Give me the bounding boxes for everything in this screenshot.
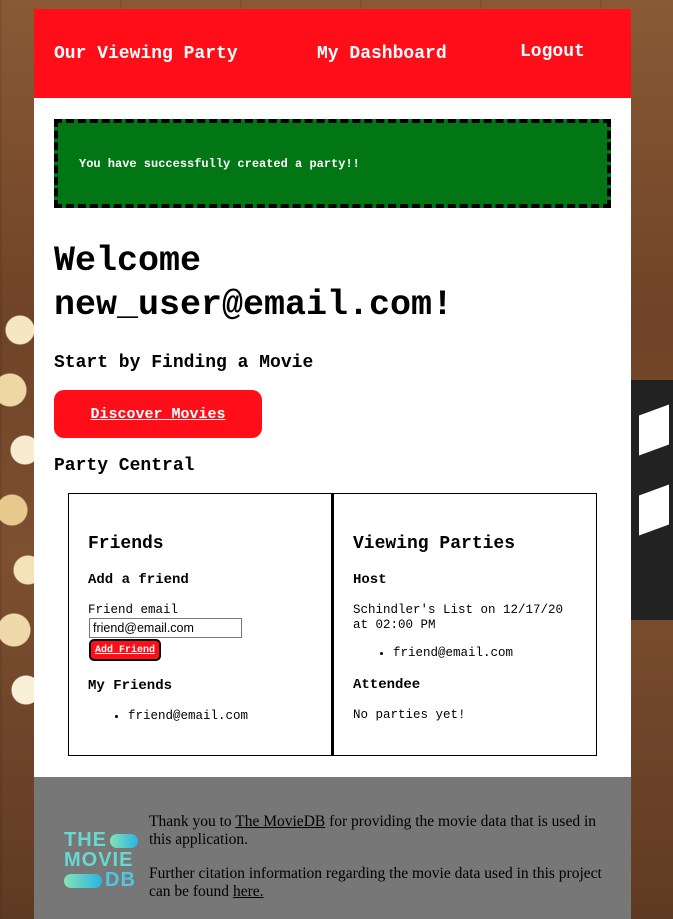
nav-home-link[interactable]: Our Viewing Party [54,44,238,64]
citation-link[interactable]: here. [233,883,264,900]
hosted-party-time: at 02:00 PM [353,618,436,632]
start-heading: Start by Finding a Movie [54,353,314,373]
hosted-party: Schindler's List on 12/17/20 at 02:00 PM [353,603,563,633]
friends-panel: Friends Add a friend Friend email Add Fr… [68,493,332,756]
nav-logout-link[interactable]: Logout [520,42,585,62]
attendee-empty-text: No parties yet! [353,708,466,722]
welcome-word: Welcome [54,241,202,281]
my-friends-title: My Friends [88,678,173,694]
hosted-party-movie: Schindler's List on 12/17/20 [353,603,564,617]
logo-text-db: DB [105,869,136,891]
welcome-user: new_user@email.com! [54,285,454,325]
friends-title: Friends [88,534,164,554]
list-item: friend@email.com [393,646,513,660]
nav-dashboard-link[interactable]: My Dashboard [317,44,447,64]
clapperboard-image [631,380,673,620]
moviedb-link[interactable]: The MovieDB [235,813,325,830]
friend-email-label: Friend email [88,603,179,617]
footer-thanks-pre: Thank you to [149,813,236,830]
viewing-parties-panel: Viewing Parties Host Schindler's List on… [332,493,597,756]
page-container: Our Viewing Party My Dashboard Logout Yo… [34,9,631,919]
footer-thanks: Thank you to The MovieDB for providing t… [149,813,619,849]
party-central-heading: Party Central [54,456,195,476]
discover-movies-button[interactable]: Discover Movies [54,390,262,438]
tmdb-logo: THE MOVIE DB [64,830,144,890]
footer: THE MOVIE DB Thank you to The MovieDB fo… [34,777,631,919]
flash-message: You have successfully created a party!! [54,119,611,208]
logo-text-movie: MOVIE [64,849,134,871]
flash-text: You have successfully created a party!! [79,156,360,171]
add-friend-button[interactable]: Add Friend [89,639,161,661]
attendee-title: Attendee [353,677,421,693]
list-item: friend@email.com [128,709,248,723]
page-title: Welcome new_user@email.com! [54,239,453,327]
friend-email-field[interactable] [89,618,242,638]
footer-citation-pre: Further citation information regarding t… [149,865,602,900]
host-invitee-list: friend@email.com [353,646,513,660]
host-title: Host [353,572,387,588]
add-friend-title: Add a friend [88,572,189,588]
top-nav: Our Viewing Party My Dashboard Logout [34,9,631,98]
footer-citation: Further citation information regarding t… [149,865,619,901]
friends-list: friend@email.com [88,709,248,723]
viewing-parties-title: Viewing Parties [353,534,516,554]
logo-text-the: THE [64,829,107,851]
